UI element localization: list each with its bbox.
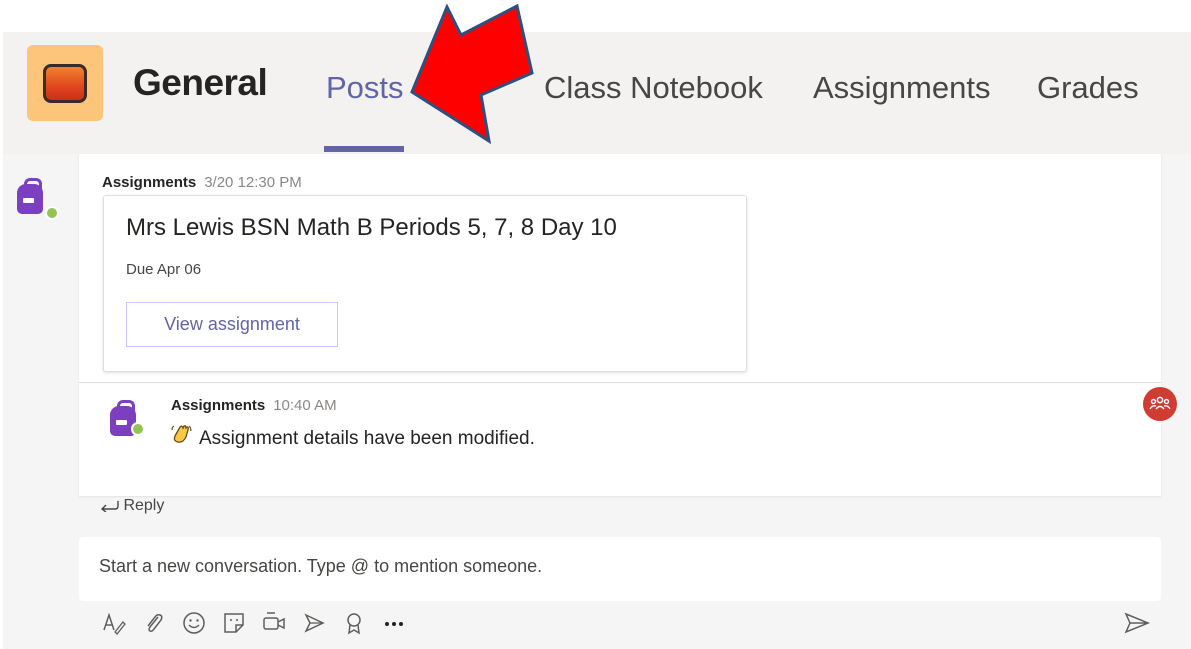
- annotation-arrow-icon: [410, 3, 534, 145]
